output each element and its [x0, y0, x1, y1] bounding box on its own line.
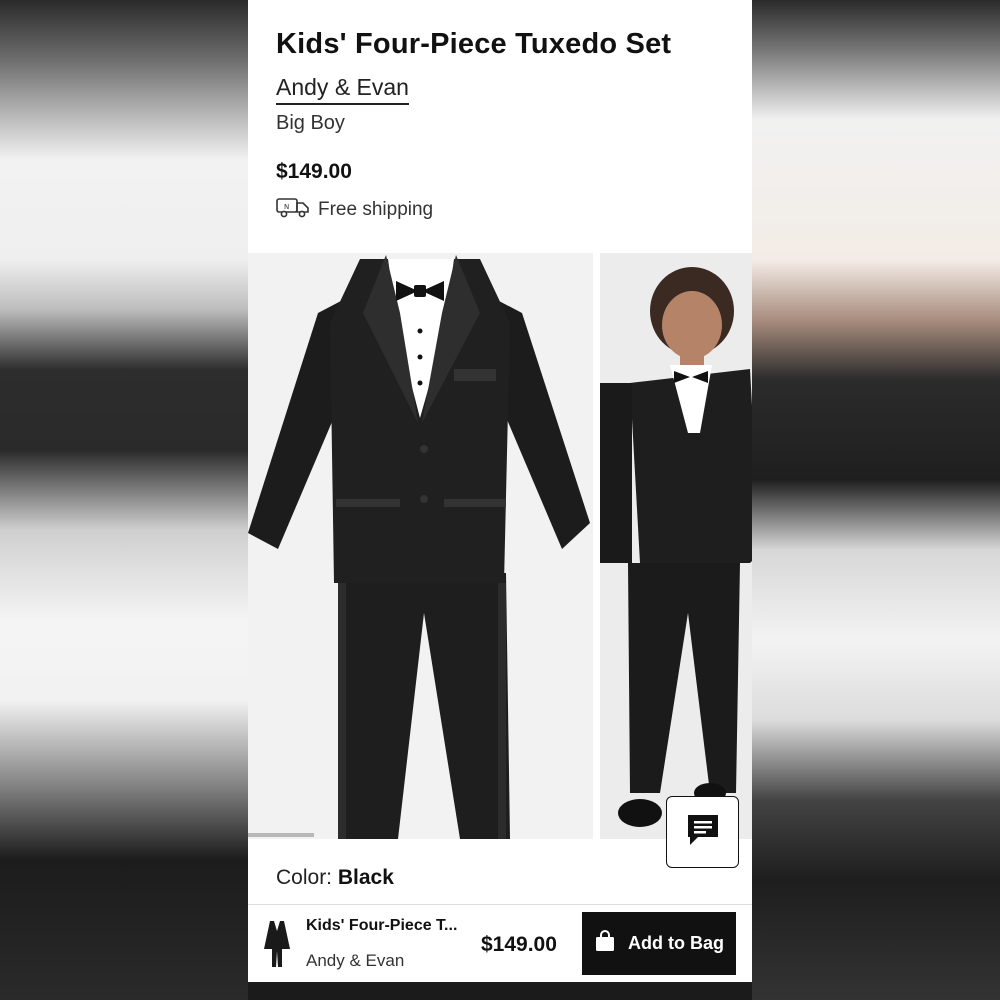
product-subcategory: Big Boy — [276, 112, 345, 134]
boy-wearing-tuxedo-image[interactable] — [600, 253, 752, 839]
brand-link[interactable]: Andy & Evan — [276, 74, 409, 105]
add-to-bag-button[interactable]: Add to Bag — [582, 912, 736, 975]
shipping-text: Free shipping — [318, 198, 434, 220]
color-value: Black — [337, 866, 394, 889]
truck-icon: N — [276, 196, 310, 223]
image-gallery[interactable] — [248, 253, 752, 839]
gallery-scroll-indicator — [248, 833, 314, 837]
bottom-bar — [248, 982, 752, 1000]
product-header: Kids' Four-Piece Tuxedo Set — [276, 28, 736, 61]
sticky-add-to-bag-bar: Kids' Four-Piece T... Andy & Evan $149.0… — [248, 904, 752, 982]
add-to-bag-label: Add to Bag — [628, 933, 724, 953]
color-label: Color: — [276, 866, 333, 889]
product-price: $149.00 — [276, 160, 352, 183]
product-title: Kids' Four-Piece Tuxedo Set — [276, 28, 672, 60]
chat-button[interactable] — [666, 796, 739, 868]
svg-text:N: N — [284, 203, 289, 211]
blurred-background-right — [752, 0, 1000, 1000]
sticky-product-title: Kids' Four-Piece T... — [306, 917, 458, 934]
tuxedo-flat-lay-image[interactable] — [248, 253, 593, 839]
product-page: Kids' Four-Piece Tuxedo Set Andy & Evan … — [248, 0, 752, 1000]
shopping-bag-icon — [594, 930, 616, 957]
color-selector-label: Color: Black — [276, 866, 394, 890]
blurred-background-left — [0, 0, 248, 1000]
shipping-info: N Free shipping — [276, 196, 433, 223]
sticky-product-brand: Andy & Evan — [306, 951, 405, 970]
sticky-product-price: $149.00 — [481, 933, 557, 956]
product-thumbnail — [262, 919, 292, 969]
chat-icon — [686, 813, 720, 852]
